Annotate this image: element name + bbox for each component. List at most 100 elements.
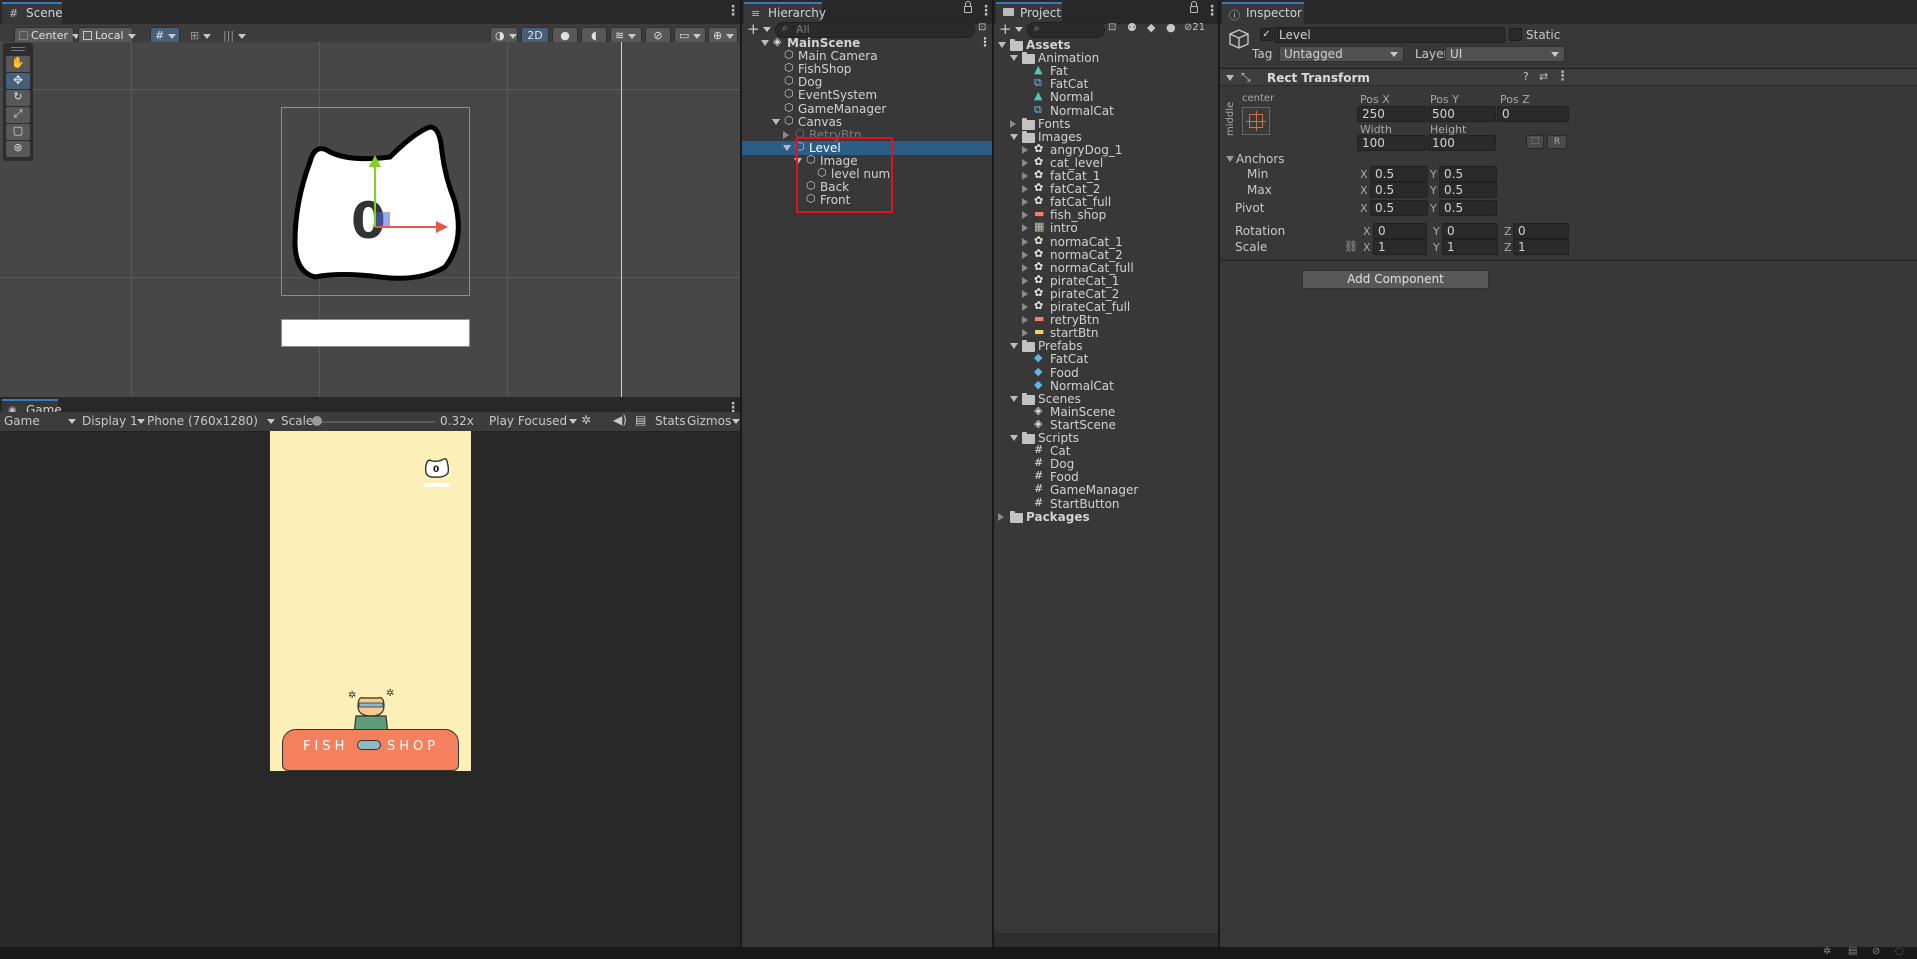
game-view[interactable]: 0 ✲ ✲ FISH SHOP bbox=[270, 431, 471, 771]
scene-menu-icon[interactable]: ⋮ bbox=[979, 35, 991, 49]
help-icon[interactable]: ? bbox=[1523, 70, 1529, 83]
move-tool-icon[interactable]: ✥ bbox=[6, 73, 30, 89]
blueprint-mode-button[interactable]: ⬚ bbox=[1526, 135, 1544, 149]
collapsed-arrow-icon[interactable] bbox=[1010, 119, 1016, 128]
width-field[interactable]: 100 bbox=[1357, 135, 1426, 151]
scale-x-field[interactable]: 1 bbox=[1373, 239, 1427, 255]
scale-slider[interactable] bbox=[315, 421, 435, 423]
collapsed-arrow-icon[interactable] bbox=[1022, 250, 1028, 259]
move-gizmo-plane-handle[interactable] bbox=[376, 212, 390, 226]
label-tag-icon[interactable]: ◆ bbox=[1147, 21, 1155, 34]
scene-menu-icon[interactable]: ⋮ bbox=[726, 4, 740, 18]
collapsed-arrow-icon[interactable] bbox=[1022, 224, 1028, 233]
tab-inspector[interactable]: ⓘ Inspector bbox=[1222, 2, 1304, 24]
lock-icon[interactable] bbox=[1190, 1, 1198, 13]
hierarchy-menu-icon[interactable]: ⋮ bbox=[979, 4, 993, 18]
collapsed-arrow-icon[interactable] bbox=[1022, 329, 1028, 338]
expand-arrow-icon[interactable] bbox=[761, 40, 769, 46]
stats-button[interactable]: Stats bbox=[655, 414, 686, 428]
search-by-type-icon[interactable]: ⊡ bbox=[1108, 22, 1116, 33]
bug-status-icon[interactable]: ✲ bbox=[1823, 946, 1831, 957]
collapsed-arrow-icon[interactable] bbox=[1022, 289, 1028, 298]
scale-y-field[interactable]: 1 bbox=[1442, 239, 1498, 255]
collapsed-arrow-icon[interactable] bbox=[1022, 237, 1028, 246]
expand-arrow-icon[interactable] bbox=[772, 118, 780, 125]
collapsed-arrow-icon[interactable] bbox=[1022, 158, 1028, 167]
network-icon[interactable]: ⊘ bbox=[1872, 946, 1880, 957]
pivot-x-field[interactable]: 0.5 bbox=[1370, 200, 1428, 216]
expand-arrow-icon[interactable] bbox=[1010, 395, 1018, 402]
play-mode-dropdown[interactable]: Play Focused bbox=[489, 414, 577, 428]
collapsed-arrow-icon[interactable] bbox=[1022, 263, 1028, 272]
scene-viewport[interactable]: 0 bbox=[0, 42, 740, 397]
resolution-dropdown[interactable]: Phone (760x1280) bbox=[147, 414, 275, 428]
keyboard-icon[interactable]: ▤ bbox=[635, 413, 646, 427]
height-field[interactable]: 100 bbox=[1427, 135, 1496, 151]
raw-edit-button[interactable]: R bbox=[1547, 135, 1567, 149]
rotation-y-field[interactable]: 0 bbox=[1442, 223, 1498, 239]
component-menu-icon[interactable]: ⋮ bbox=[1556, 69, 1569, 84]
anchors-collapse-icon[interactable] bbox=[1226, 156, 1234, 162]
active-checkbox[interactable]: ✓ bbox=[1260, 28, 1273, 41]
layer-dropdown[interactable]: UI bbox=[1445, 46, 1565, 62]
lock-icon[interactable] bbox=[964, 1, 972, 13]
scale-tool-icon[interactable]: ⤢ bbox=[6, 107, 30, 123]
collapsed-arrow-icon[interactable] bbox=[1022, 303, 1028, 311]
constrain-proportions-icon[interactable]: ⛓ bbox=[1344, 240, 1358, 253]
tab-scene[interactable]: # Scene bbox=[2, 2, 63, 24]
add-component-button[interactable]: Add Component bbox=[1302, 270, 1489, 289]
scale-z-field[interactable]: 1 bbox=[1513, 239, 1569, 255]
collapsed-arrow-icon[interactable] bbox=[998, 512, 1004, 521]
anchor-presets-button[interactable] bbox=[1242, 107, 1270, 135]
anchor-max-y-field[interactable]: 0.5 bbox=[1439, 182, 1497, 198]
pos-y-field[interactable]: 500 bbox=[1427, 106, 1496, 122]
bug-icon[interactable]: ✲ bbox=[581, 413, 591, 427]
collapsed-arrow-icon[interactable] bbox=[1022, 211, 1028, 220]
expand-arrow-icon[interactable] bbox=[1010, 133, 1018, 140]
object-name-field[interactable]: Level bbox=[1274, 27, 1505, 43]
search-filter-icon[interactable]: ⊡ bbox=[978, 22, 986, 33]
collapsed-arrow-icon[interactable] bbox=[1022, 316, 1028, 325]
filter-type-icon[interactable]: ⚉ bbox=[1127, 21, 1137, 34]
collapsed-arrow-icon[interactable] bbox=[1022, 145, 1028, 154]
preset-sliders-icon[interactable]: ⇄ bbox=[1539, 70, 1548, 83]
pos-z-field[interactable]: 0 bbox=[1497, 106, 1569, 122]
project-row[interactable]: Packages bbox=[994, 510, 1218, 526]
cache-server-icon[interactable]: ▤ bbox=[1848, 946, 1857, 957]
pivot-y-field[interactable]: 0.5 bbox=[1439, 200, 1497, 216]
collapsed-arrow-icon[interactable] bbox=[1022, 276, 1028, 285]
gizmos-dropdown[interactable]: Gizmos bbox=[687, 414, 740, 428]
rotation-x-field[interactable]: 0 bbox=[1373, 223, 1427, 239]
project-menu-icon[interactable]: ⋮ bbox=[1205, 4, 1219, 18]
anchor-min-x-field[interactable]: 0.5 bbox=[1370, 166, 1428, 182]
expand-arrow-icon[interactable] bbox=[1010, 435, 1018, 441]
move-gizmo-y-arrow[interactable] bbox=[369, 155, 381, 167]
expand-arrow-icon[interactable] bbox=[998, 42, 1006, 48]
transform-tool-icon[interactable]: ⊛ bbox=[6, 141, 30, 157]
anchor-min-y-field[interactable]: 0.5 bbox=[1439, 166, 1497, 182]
static-checkbox[interactable] bbox=[1509, 28, 1522, 41]
rect-tool-icon[interactable]: ▢ bbox=[6, 124, 30, 140]
view-dropdown[interactable]: Game bbox=[4, 414, 76, 428]
mute-audio-icon[interactable]: ◀) bbox=[613, 413, 627, 427]
progress-circle-icon[interactable]: ◌ bbox=[1895, 946, 1904, 957]
move-gizmo-x-arrow[interactable] bbox=[436, 221, 448, 233]
hand-tool-icon[interactable]: ✋ bbox=[6, 56, 30, 72]
collapsed-arrow-icon[interactable] bbox=[1022, 172, 1028, 180]
rotation-z-field[interactable]: 0 bbox=[1513, 223, 1569, 239]
move-gizmo-x-axis[interactable] bbox=[375, 226, 437, 228]
info-icon[interactable]: ● bbox=[1166, 21, 1176, 34]
rect-transform-header[interactable]: ⤡ Rect Transform ? ⇄ ⋮ bbox=[1220, 68, 1917, 86]
expand-arrow-icon[interactable] bbox=[1010, 343, 1018, 350]
collapsed-arrow-icon[interactable] bbox=[783, 130, 789, 139]
anchor-max-x-field[interactable]: 0.5 bbox=[1370, 182, 1428, 198]
pos-x-field[interactable]: 250 bbox=[1357, 106, 1426, 122]
palette-drag-handle[interactable] bbox=[11, 47, 25, 51]
display-dropdown[interactable]: Display 1 bbox=[82, 414, 145, 428]
expand-arrow-icon[interactable] bbox=[783, 144, 791, 151]
hidden-packages-icon[interactable]: ⊘21 bbox=[1184, 22, 1205, 33]
scale-slider-thumb[interactable] bbox=[312, 416, 322, 426]
tag-dropdown[interactable]: Untagged bbox=[1279, 46, 1404, 62]
collapse-arrow-icon[interactable] bbox=[1226, 75, 1234, 81]
expand-arrow-icon[interactable] bbox=[1010, 55, 1018, 62]
